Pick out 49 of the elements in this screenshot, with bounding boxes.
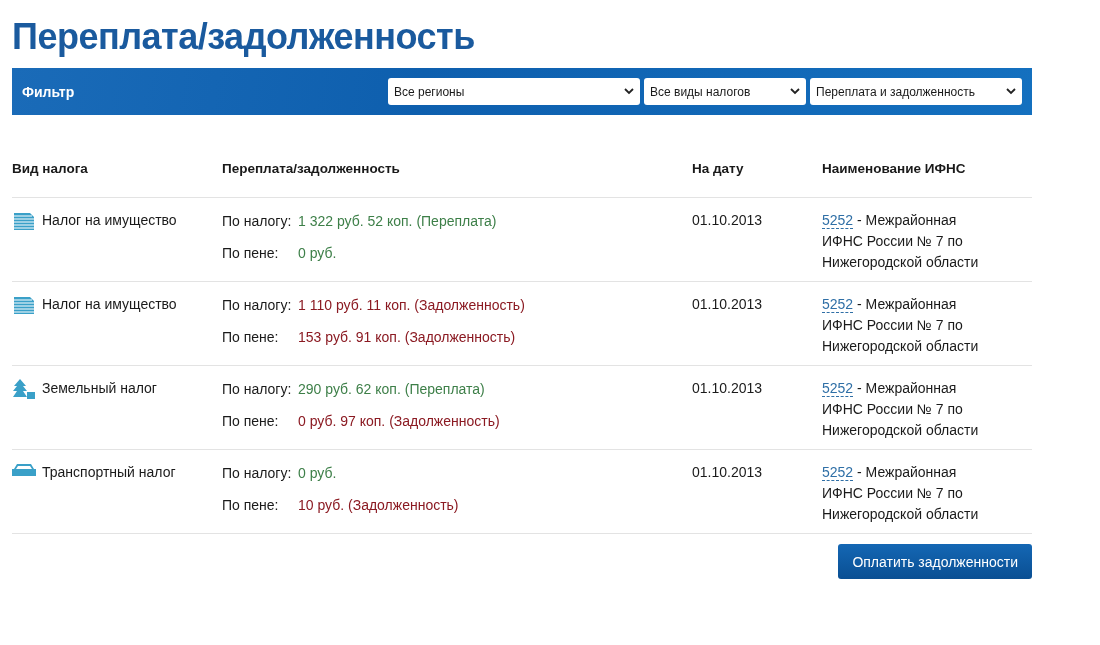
chevron-down-icon — [624, 88, 634, 95]
amount-value: 153 руб. 91 коп. (Задолженность) — [298, 328, 516, 347]
office-code-link[interactable]: 5252 — [822, 212, 854, 229]
amount-value: 1 110 руб. 11 коп. (Задолженность) — [298, 296, 525, 315]
car-icon — [12, 463, 36, 477]
column-header: Наименование ИФНС — [822, 160, 967, 178]
dropdown[interactable]: Все виды налогов — [644, 78, 806, 105]
amount-label: По налогу: — [222, 380, 293, 399]
amount-value: 0 руб. — [298, 244, 337, 263]
office-name: 5252 - Межрайонная ИФНС России № 7 по Нижегородской области — [822, 379, 980, 440]
office-name: 5252 - Межрайонная ИФНС России № 7 по Нижегородской области — [822, 295, 980, 356]
office-code-link[interactable]: 5252 — [822, 464, 854, 481]
amount-value: 1 322 руб. 52 коп. (Переплата) — [298, 212, 497, 231]
amount-label: По пене: — [222, 496, 280, 515]
amount-value: 0 руб. 97 коп. (Задолженность) — [298, 412, 500, 431]
page-title: Переплата/задолженность — [12, 16, 476, 58]
amount-label: По налогу: — [222, 464, 293, 483]
column-header: Вид налога — [12, 160, 89, 178]
office-name: 5252 - Межрайонная ИФНС России № 7 по Нижегородской области — [822, 463, 980, 524]
amount-label: По пене: — [222, 244, 280, 263]
chevron-down-icon — [1006, 88, 1016, 95]
amount-value: 10 руб. (Задолженность) — [298, 496, 459, 515]
amount-label: По пене: — [222, 328, 280, 347]
date-cell-text: 01.10.2013 — [692, 463, 764, 482]
amount-label: По пене: — [222, 412, 280, 431]
office-code-link[interactable]: 5252 — [822, 296, 854, 313]
building-icon — [12, 295, 36, 315]
dropdown[interactable]: Переплата и задолженность — [810, 78, 1022, 105]
amount-value: 0 руб. — [298, 464, 337, 483]
date-cell-text: 01.10.2013 — [692, 379, 764, 398]
dropdown[interactable]: Все регионы — [388, 78, 640, 105]
amount-value: 290 руб. 62 коп. (Переплата) — [298, 380, 485, 399]
building-icon — [12, 211, 36, 231]
tax-type: Налог на имущество — [42, 295, 177, 314]
office-name: 5252 - Межрайонная ИФНС России № 7 по Нижегородской области — [822, 211, 980, 272]
trees-icon — [12, 379, 36, 399]
tax-type: Транспортный налог — [42, 463, 176, 482]
tax-type: Земельный налог — [42, 379, 157, 398]
filter-label: Фильтр — [22, 83, 75, 100]
pay-debts-button[interactable]: Оплатить задолженности — [838, 544, 1032, 579]
office-code-link[interactable]: 5252 — [822, 380, 854, 397]
column-header: Переплата/задолженность — [222, 160, 401, 178]
column-header: На дату — [692, 160, 745, 178]
amount-label: По налогу: — [222, 296, 293, 315]
date-cell-text: 01.10.2013 — [692, 295, 764, 314]
tax-type: Налог на имущество — [42, 211, 177, 230]
amount-label: По налогу: — [222, 212, 293, 231]
chevron-down-icon — [790, 88, 800, 95]
date-cell-text: 01.10.2013 — [692, 211, 764, 230]
